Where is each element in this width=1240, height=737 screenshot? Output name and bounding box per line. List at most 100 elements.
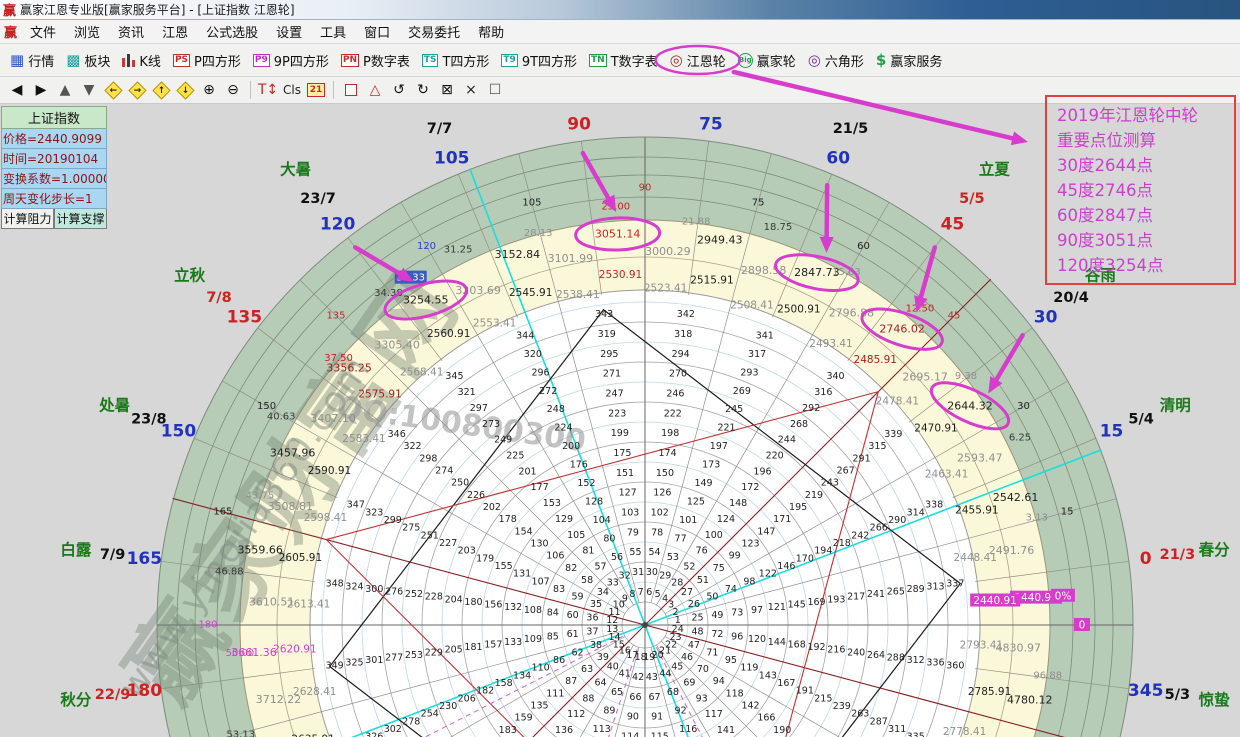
toolbar-item-winner-wheel[interactable]: Big赢家轮 xyxy=(732,48,802,73)
toolbar-item-p-square[interactable]: PSP四方形 xyxy=(167,48,247,73)
svg-text:346: 346 xyxy=(388,429,406,440)
svg-text:148: 148 xyxy=(729,498,747,509)
svg-text:5: 5 xyxy=(655,589,661,600)
menu-item-7[interactable]: 窗口 xyxy=(355,20,399,43)
draw-tool-pan-down[interactable]: ↓ xyxy=(174,80,196,101)
svg-text:7: 7 xyxy=(638,587,644,598)
svg-text:7/8: 7/8 xyxy=(206,290,231,306)
draw-tool-prev[interactable]: ◀ xyxy=(6,80,28,101)
svg-text:349: 349 xyxy=(326,660,344,671)
draw-tool-cross-tool[interactable]: × xyxy=(460,80,482,101)
toolbar-item-p-table[interactable]: PNP数字表 xyxy=(335,48,416,73)
svg-text:60: 60 xyxy=(826,148,850,168)
toolbar-item-t-table[interactable]: TNT数字表 xyxy=(583,48,664,73)
svg-text:180: 180 xyxy=(198,620,217,631)
svg-text:86: 86 xyxy=(553,655,565,666)
menu-item-8[interactable]: 交易委托 xyxy=(399,20,469,43)
draw-tool-rect-tool[interactable] xyxy=(340,80,362,101)
svg-text:242: 242 xyxy=(851,530,869,541)
draw-tool-triangle-tool[interactable]: △ xyxy=(364,80,386,101)
toolbar-item-9p-square[interactable]: P99P四方形 xyxy=(247,48,335,73)
svg-text:2613.41: 2613.41 xyxy=(287,598,330,610)
svg-text:29: 29 xyxy=(659,571,671,582)
svg-text:44: 44 xyxy=(659,668,671,679)
toolbar-item-quote[interactable]: ▦行情 xyxy=(4,48,60,73)
draw-tool-zoom-in[interactable]: ⊕ xyxy=(198,80,220,101)
svg-text:2695.17: 2695.17 xyxy=(902,371,948,384)
svg-text:159: 159 xyxy=(515,713,533,724)
draw-tool-rotate-cw[interactable]: ↻ xyxy=(412,80,434,101)
svg-text:109: 109 xyxy=(524,634,542,645)
svg-text:193: 193 xyxy=(827,594,845,605)
svg-text:21/5: 21/5 xyxy=(833,121,869,137)
svg-text:252: 252 xyxy=(405,589,423,600)
svg-text:165: 165 xyxy=(127,549,163,569)
svg-text:315: 315 xyxy=(868,441,886,452)
draw-tool-calendar[interactable]: 21 xyxy=(305,80,327,101)
svg-text:220: 220 xyxy=(766,451,784,462)
svg-text:150: 150 xyxy=(656,468,674,479)
svg-text:291: 291 xyxy=(853,453,871,464)
toolbar-item-service[interactable]: $赢家服务 xyxy=(870,48,948,73)
toolbar-item-9t-square[interactable]: T99T四方形 xyxy=(495,48,583,73)
svg-text:114: 114 xyxy=(621,732,639,737)
draw-tool-cls[interactable]: Cls xyxy=(281,80,303,101)
draw-tool-select-tool[interactable]: ☐ xyxy=(484,80,506,101)
draw-tool-next[interactable]: ▶ xyxy=(30,80,52,101)
svg-text:320: 320 xyxy=(524,349,542,360)
menu-item-3[interactable]: 江恩 xyxy=(153,20,197,43)
menu-item-9[interactable]: 帮助 xyxy=(469,20,513,43)
draw-tool-zoom-out[interactable]: ⊖ xyxy=(222,80,244,101)
menu-item-2[interactable]: 资讯 xyxy=(109,20,153,43)
annotation-line-4: 60度2847点 xyxy=(1057,203,1224,228)
svg-text:118: 118 xyxy=(726,688,744,699)
svg-text:36: 36 xyxy=(586,613,598,624)
menu-item-6[interactable]: 工具 xyxy=(311,20,355,43)
svg-text:123: 123 xyxy=(741,539,759,550)
draw-tool-rotate-ccw[interactable]: ↺ xyxy=(388,80,410,101)
svg-text:98: 98 xyxy=(743,576,755,587)
svg-text:154: 154 xyxy=(515,526,533,537)
draw-tool-pan-right[interactable]: → xyxy=(126,80,148,101)
svg-text:224: 224 xyxy=(554,423,572,434)
svg-text:277: 277 xyxy=(385,653,403,664)
svg-text:101: 101 xyxy=(679,515,697,526)
svg-text:96.88: 96.88 xyxy=(1033,671,1062,682)
draw-tool-box-delete[interactable]: ⊠ xyxy=(436,80,458,101)
svg-text:90: 90 xyxy=(567,114,591,134)
toolbar-item-hexagon[interactable]: ◎六角形 xyxy=(802,48,870,73)
zoom-out-icon: ⊖ xyxy=(227,82,239,98)
svg-text:178: 178 xyxy=(499,514,517,525)
menu-item-5[interactable]: 设置 xyxy=(267,20,311,43)
svg-text:75: 75 xyxy=(752,197,765,208)
info-row-3: 周天变化步长=1 xyxy=(1,189,107,209)
toolbar-item-kline[interactable]: K线 xyxy=(116,48,167,73)
svg-text:202: 202 xyxy=(483,502,501,513)
menu-item-0[interactable]: 文件 xyxy=(21,20,65,43)
svg-text:43.75: 43.75 xyxy=(246,491,275,502)
draw-tool-pan-left[interactable]: ← xyxy=(102,80,124,101)
svg-text:168: 168 xyxy=(788,639,806,650)
menu-item-4[interactable]: 公式选股 xyxy=(197,20,267,43)
calc-resistance-button[interactable]: 计算阻力 xyxy=(1,209,54,229)
svg-text:90: 90 xyxy=(627,712,639,723)
svg-text:103: 103 xyxy=(621,507,639,518)
svg-text:336: 336 xyxy=(926,658,944,669)
calc-support-button[interactable]: 计算支撑 xyxy=(54,209,107,229)
svg-text:265: 265 xyxy=(887,586,905,597)
draw-tool-time-tool[interactable]: T↕ xyxy=(257,80,279,101)
toolbar-item-sector[interactable]: ▩板块 xyxy=(60,48,116,73)
svg-text:338: 338 xyxy=(925,500,943,511)
svg-text:287: 287 xyxy=(870,716,888,727)
svg-text:15.63: 15.63 xyxy=(832,267,861,278)
toolbar-item-t-square[interactable]: TST四方形 xyxy=(416,48,496,73)
draw-tool-page-up[interactable]: ▲ xyxy=(54,80,76,101)
toolbar-item-gann-wheel[interactable]: ◎江恩轮 xyxy=(664,48,732,73)
box-delete-icon: ⊠ xyxy=(441,82,453,98)
menu-item-1[interactable]: 浏览 xyxy=(65,20,109,43)
draw-tool-page-down[interactable]: ▼ xyxy=(78,80,100,101)
svg-text:45: 45 xyxy=(941,214,965,234)
window-titlebar[interactable]: 赢 赢家江恩专业版[赢家服务平台] - [上证指数 江恩轮] xyxy=(0,0,1240,20)
draw-tool-pan-up[interactable]: ↑ xyxy=(150,80,172,101)
svg-text:8: 8 xyxy=(629,589,635,600)
